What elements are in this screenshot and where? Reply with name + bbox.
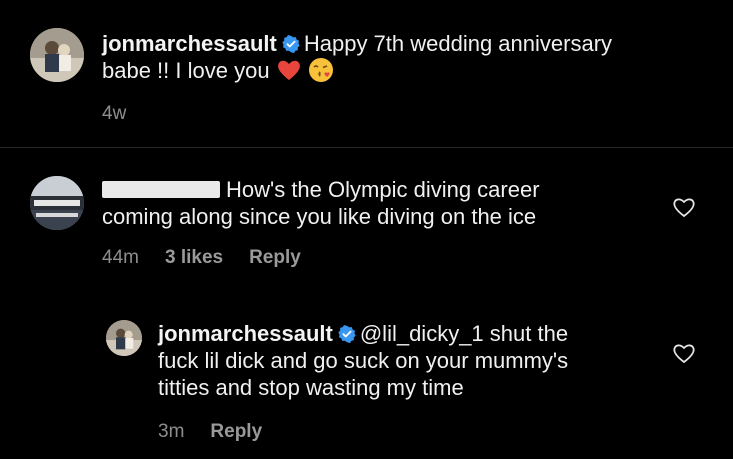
verified-badge-icon (338, 325, 356, 343)
reply-timestamp: 3m (158, 421, 185, 442)
avatar[interactable] (30, 28, 84, 82)
comment-line1: How's the Olympic diving career (226, 177, 540, 202)
reply-line2: fuck lil dick and go suck on your mummy'… (158, 348, 569, 373)
comment-reply-button[interactable]: Reply (249, 247, 301, 269)
avatar[interactable] (30, 176, 84, 230)
reply-mention[interactable]: @lil_dicky_1 (360, 321, 484, 346)
caption-text: jonmarchessault Happy 7th wedding anniver… (102, 30, 702, 84)
reply-meta: 3m Reply (158, 421, 262, 443)
redacted-username (102, 181, 220, 198)
red-heart-icon (277, 60, 300, 80)
reply-line3: titties and stop wasting my time (158, 375, 464, 400)
reply-line1-rest: shut the (483, 321, 569, 346)
caption-meta: 4w (102, 103, 126, 125)
caption-username[interactable]: jonmarchessault (102, 31, 277, 56)
comment-line2: coming along since you like diving on th… (102, 204, 537, 229)
caption-line2: babe !! I love you (102, 58, 270, 83)
avatar-image (106, 320, 142, 356)
comment-text: How's the Olympic diving career coming a… (102, 176, 662, 230)
reply-username[interactable]: jonmarchessault (158, 321, 333, 346)
caption-timestamp: 4w (102, 103, 127, 124)
reply-text: jonmarchessault @lil_dicky_1 shut the fuc… (158, 320, 658, 401)
like-heart-icon[interactable] (672, 196, 696, 218)
like-heart-icon[interactable] (672, 342, 696, 364)
verified-badge-icon (282, 35, 300, 53)
divider (0, 147, 733, 148)
caption-line1: Happy 7th wedding anniversary (303, 31, 613, 56)
comment-likes[interactable]: 3 likes (165, 247, 223, 269)
avatar[interactable] (106, 320, 142, 356)
avatar-image (30, 176, 84, 230)
avatar-image (30, 28, 84, 82)
comment-timestamp: 44m (102, 247, 139, 268)
reply-reply-button[interactable]: Reply (210, 421, 262, 443)
face-blowing-kiss-icon (308, 58, 333, 82)
comment-meta: 44m 3 likes Reply (102, 247, 301, 269)
